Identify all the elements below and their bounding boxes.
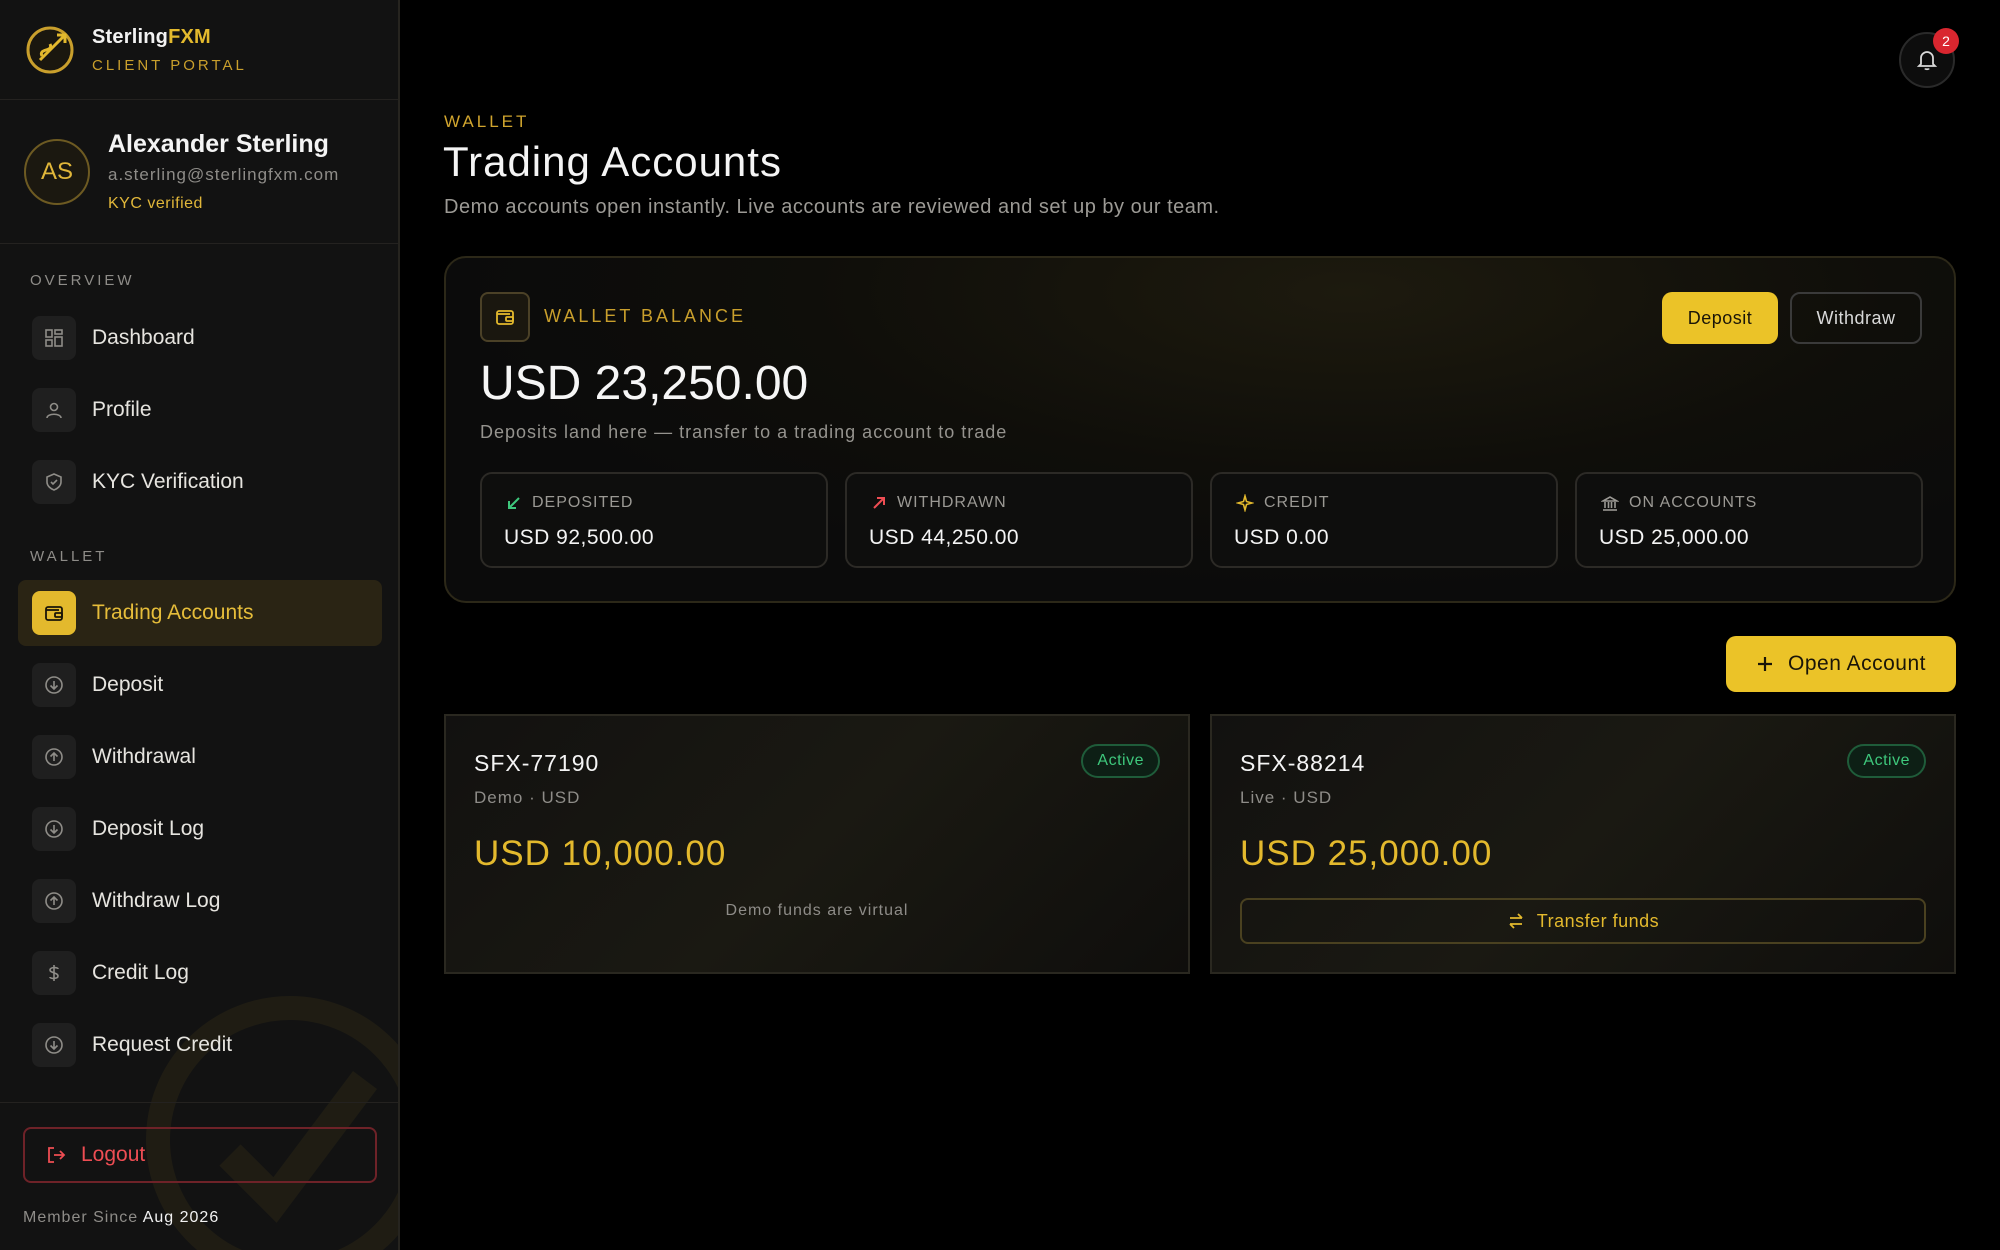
account-id: SFX-77190 (474, 750, 600, 776)
stat-label: DEPOSITED (532, 494, 634, 511)
logout-label: Logout (81, 1143, 146, 1166)
status-badge: Active (1847, 744, 1926, 778)
stat-withdrawn: WITHDRAWN USD 44,250.00 (845, 472, 1193, 568)
sidebar-item-trading-accounts[interactable]: Trading Accounts (18, 580, 382, 646)
shield-icon (32, 460, 76, 504)
account-type: Demo · USD (474, 788, 581, 807)
user-name: Alexander Sterling (108, 130, 329, 158)
plus-icon (1758, 657, 1773, 671)
dollar-icon (32, 951, 76, 995)
sidebar-item-label: Withdraw Log (92, 889, 221, 912)
brand-name: SterlingFXM (92, 25, 211, 48)
sidebar: SterlingFXM CLIENT PORTAL AS Alexander S… (0, 0, 400, 1250)
stat-value: USD 25,000.00 (1599, 526, 1750, 549)
account-card-live[interactable]: SFX-88214 Live · USD Active USD 25,000.0… (1210, 714, 1956, 974)
sidebar-item-label: Deposit (92, 673, 164, 696)
arrow-down-left-icon (508, 497, 520, 509)
page-eyebrow: WALLET (444, 112, 530, 131)
brand-subtitle: CLIENT PORTAL (92, 56, 247, 74)
avatar: AS (24, 138, 90, 205)
stat-value: USD 44,250.00 (869, 526, 1020, 549)
wallet-icon (480, 292, 530, 342)
transfer-funds-button[interactable]: Transfer funds (1240, 898, 1926, 944)
sidebar-item-label: Deposit Log (92, 817, 205, 840)
status-badge: Active (1081, 744, 1160, 778)
member-since: Member Since Aug 2026 (23, 1209, 220, 1226)
bank-icon (1601, 496, 1619, 511)
sidebar-item-label: Profile (92, 398, 152, 421)
account-type: Live · USD (1240, 788, 1333, 807)
sidebar-item-label: Dashboard (92, 326, 195, 349)
section-overview: OVERVIEW (30, 272, 135, 289)
stat-label: ON ACCOUNTS (1629, 494, 1758, 511)
arrow-up-right-icon (873, 497, 885, 509)
sidebar-item-label: Request Credit (92, 1033, 233, 1056)
sidebar-item-request-credit[interactable]: Request Credit (18, 1012, 382, 1078)
sidebar-item-kyc-verification[interactable]: KYC Verification (18, 449, 382, 515)
user-icon (32, 388, 76, 432)
deposit-button[interactable]: Deposit (1662, 292, 1778, 344)
section-wallet: WALLET (30, 548, 108, 565)
account-balance: USD 25,000.00 (1240, 834, 1493, 873)
dashboard-icon (32, 316, 76, 360)
brand-logo-icon (26, 26, 74, 73)
stat-label: CREDIT (1264, 494, 1330, 511)
arrow-down-circle-icon (32, 807, 76, 851)
arrow-down-circle-icon (32, 1023, 76, 1067)
open-account-button[interactable]: Open Account (1726, 636, 1956, 692)
stat-value: USD 92,500.00 (504, 526, 655, 549)
wallet-balance-card: WALLET BALANCE Deposit Withdraw USD 23,2… (444, 256, 1956, 603)
stat-on-accounts: ON ACCOUNTS USD 25,000.00 (1575, 472, 1923, 568)
kyc-status: KYC verified (108, 195, 203, 212)
sidebar-item-credit-log[interactable]: Credit Log (18, 940, 382, 1006)
stat-credit: CREDIT USD 0.00 (1210, 472, 1558, 568)
account-id: SFX-88214 (1240, 750, 1366, 776)
logout-icon (48, 1147, 66, 1163)
sidebar-item-deposit-log[interactable]: Deposit Log (18, 796, 382, 862)
sidebar-item-label: Credit Log (92, 961, 189, 984)
sidebar-item-label: Trading Accounts (92, 601, 254, 624)
page-description: Demo accounts open instantly. Live accou… (444, 196, 1220, 218)
stat-deposited: DEPOSITED USD 92,500.00 (480, 472, 828, 568)
page-title: Trading Accounts (443, 138, 782, 185)
notification-count-badge: 2 (1933, 28, 1959, 54)
user-profile-card: AS Alexander Sterling a.sterling@sterlin… (0, 100, 398, 244)
withdraw-button[interactable]: Withdraw (1790, 292, 1922, 344)
brand-header[interactable]: SterlingFXM CLIENT PORTAL (0, 0, 398, 100)
sparkle-icon (1236, 494, 1254, 512)
sidebar-item-dashboard[interactable]: Dashboard (18, 305, 382, 371)
wallet-balance-amount: USD 23,250.00 (480, 357, 809, 410)
transfer-funds-label: Transfer funds (1536, 910, 1660, 931)
wallet-balance-subtitle: Deposits land here — transfer to a tradi… (480, 422, 1008, 442)
stat-value: USD 0.00 (1234, 526, 1330, 549)
sidebar-item-withdraw-log[interactable]: Withdraw Log (18, 868, 382, 934)
sidebar-footer: Logout Member Since Aug 2026 (0, 1102, 398, 1250)
stat-label: WITHDRAWN (897, 494, 1007, 511)
open-account-label: Open Account (1788, 652, 1926, 675)
user-email: a.sterling@sterlingfxm.com (108, 165, 340, 184)
notifications-button[interactable]: 2 (1899, 28, 1959, 88)
sidebar-item-label: Withdrawal (92, 745, 196, 768)
sidebar-item-withdrawal[interactable]: Withdrawal (18, 724, 382, 790)
arrow-up-circle-icon (32, 879, 76, 923)
arrow-down-circle-icon (32, 663, 76, 707)
arrow-up-circle-icon (32, 735, 76, 779)
bell-icon (1916, 51, 1938, 71)
account-card-demo[interactable]: SFX-77190 Demo · USD Active USD 10,000.0… (444, 714, 1190, 974)
sidebar-item-profile[interactable]: Profile (18, 377, 382, 443)
sidebar-item-label: KYC Verification (92, 470, 244, 493)
logout-button[interactable]: Logout (23, 1127, 377, 1183)
account-balance: USD 10,000.00 (474, 834, 727, 873)
account-note: Demo funds are virtual (725, 902, 909, 919)
sidebar-item-deposit[interactable]: Deposit (18, 652, 382, 718)
wallet-balance-label: WALLET BALANCE (544, 306, 747, 326)
wallet-icon (32, 591, 76, 635)
transfer-icon (1509, 913, 1523, 929)
